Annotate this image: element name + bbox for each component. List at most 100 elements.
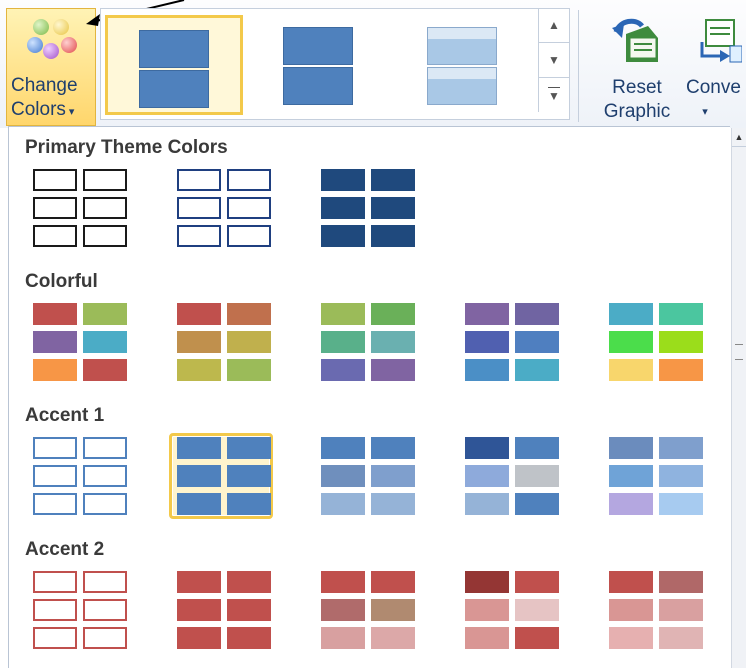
color-swatch[interactable]: [313, 299, 417, 385]
swatch-cell: [321, 437, 365, 459]
swatch-cell: [177, 465, 221, 487]
swatch-cell: [609, 465, 653, 487]
swatch-cell: [33, 571, 77, 593]
swatch-cell: [465, 359, 509, 381]
swatch-cell: [33, 225, 77, 247]
swatch-cell: [515, 465, 559, 487]
swatch-cell: [227, 169, 271, 191]
swatch-cell: [227, 303, 271, 325]
dropdown-caret-icon: ▾: [702, 106, 708, 118]
swatch-cell: [321, 359, 365, 381]
color-swatch[interactable]: [169, 567, 273, 653]
section-title-accent-1: Accent 1: [25, 405, 105, 426]
reset-label-2: Graphic: [603, 101, 671, 122]
swatch-cell: [321, 197, 365, 219]
color-swatch[interactable]: [169, 299, 273, 385]
swatch-cell: [515, 359, 559, 381]
swatch-cell: [227, 359, 271, 381]
swatch-cell: [83, 599, 127, 621]
swatch-cell: [609, 627, 653, 649]
swatch-cell: [465, 599, 509, 621]
scroll-down-icon[interactable]: ▼: [539, 43, 569, 78]
convert-button[interactable]: Conve ▾: [686, 10, 746, 124]
swatch-cell: [321, 599, 365, 621]
color-swatch[interactable]: [457, 433, 561, 519]
color-swatch[interactable]: [25, 433, 129, 519]
swatch-cell: [659, 493, 703, 515]
swatch-cell: [609, 599, 653, 621]
swatch-cell: [177, 437, 221, 459]
section-title-primary: Primary Theme Colors: [25, 137, 228, 158]
swatch-cell: [609, 571, 653, 593]
swatch-cell: [33, 303, 77, 325]
swatch-cell: [33, 493, 77, 515]
swatch-cell: [177, 169, 221, 191]
swatch-cell: [33, 331, 77, 353]
scroll-up-icon[interactable]: ▲: [732, 128, 746, 147]
color-swatch[interactable]: [25, 567, 129, 653]
swatch-cell: [33, 437, 77, 459]
color-swatch[interactable]: [601, 299, 705, 385]
swatch-cell: [33, 197, 77, 219]
color-swatch[interactable]: [457, 299, 561, 385]
swatch-cell: [465, 493, 509, 515]
convert-icon: [700, 19, 742, 63]
swatch-cell: [177, 627, 221, 649]
color-swatch[interactable]: [25, 299, 129, 385]
swatch-cell: [465, 627, 509, 649]
swatch-cell: [227, 197, 271, 219]
swatch-cell: [515, 493, 559, 515]
swatch-cell: [321, 169, 365, 191]
swatch-cell: [659, 571, 703, 593]
swatch-cell: [321, 465, 365, 487]
color-swatch[interactable]: [25, 165, 129, 251]
swatch-cell: [515, 437, 559, 459]
swatch-cell: [659, 437, 703, 459]
reset-graphic-button[interactable]: Reset Graphic: [592, 10, 682, 124]
swatch-cell: [227, 571, 271, 593]
swatch-cell: [659, 331, 703, 353]
swatch-cell: [177, 331, 221, 353]
color-swatch[interactable]: [169, 433, 273, 519]
swatch-cell: [33, 627, 77, 649]
change-colors-label-1: Change: [11, 75, 78, 96]
swatch-cell: [227, 331, 271, 353]
panel-scrollbar[interactable]: ▲: [731, 128, 746, 668]
swatch-cell: [465, 303, 509, 325]
swatch-cell: [177, 225, 221, 247]
swatch-cell: [83, 169, 127, 191]
layout-option-1[interactable]: [105, 15, 243, 115]
swatch-cell: [83, 197, 127, 219]
color-swatch[interactable]: [169, 165, 273, 251]
more-icon[interactable]: ▼: [539, 78, 569, 112]
swatch-cell: [371, 303, 415, 325]
swatch-cell: [371, 571, 415, 593]
swatch-cell: [83, 331, 127, 353]
color-swatch[interactable]: [313, 567, 417, 653]
layout-option-2[interactable]: [249, 15, 387, 115]
swatch-cell: [321, 627, 365, 649]
swatch-cell: [83, 437, 127, 459]
layout-option-3[interactable]: [393, 15, 531, 115]
scroll-up-icon[interactable]: ▲: [539, 8, 569, 43]
color-swatch[interactable]: [601, 433, 705, 519]
change-colors-label-2: Colors ▾: [11, 99, 75, 120]
swatch-cell: [227, 493, 271, 515]
swatch-cell: [371, 331, 415, 353]
swatch-cell: [609, 437, 653, 459]
change-colors-button[interactable]: Change Colors ▾: [6, 8, 96, 126]
color-swatch[interactable]: [601, 567, 705, 653]
swatch-cell: [227, 599, 271, 621]
color-swatch[interactable]: [313, 433, 417, 519]
swatch-cell: [609, 493, 653, 515]
color-swatch[interactable]: [313, 165, 417, 251]
gallery-scroll: ▲ ▼ ▼: [538, 8, 569, 112]
color-swatch[interactable]: [457, 567, 561, 653]
convert-label-1: Conve: [686, 77, 741, 98]
swatch-cell: [515, 571, 559, 593]
swatch-cell: [177, 599, 221, 621]
swatch-cell: [515, 599, 559, 621]
swatch-cell: [177, 303, 221, 325]
swatch-cell: [33, 359, 77, 381]
swatch-cell: [371, 197, 415, 219]
